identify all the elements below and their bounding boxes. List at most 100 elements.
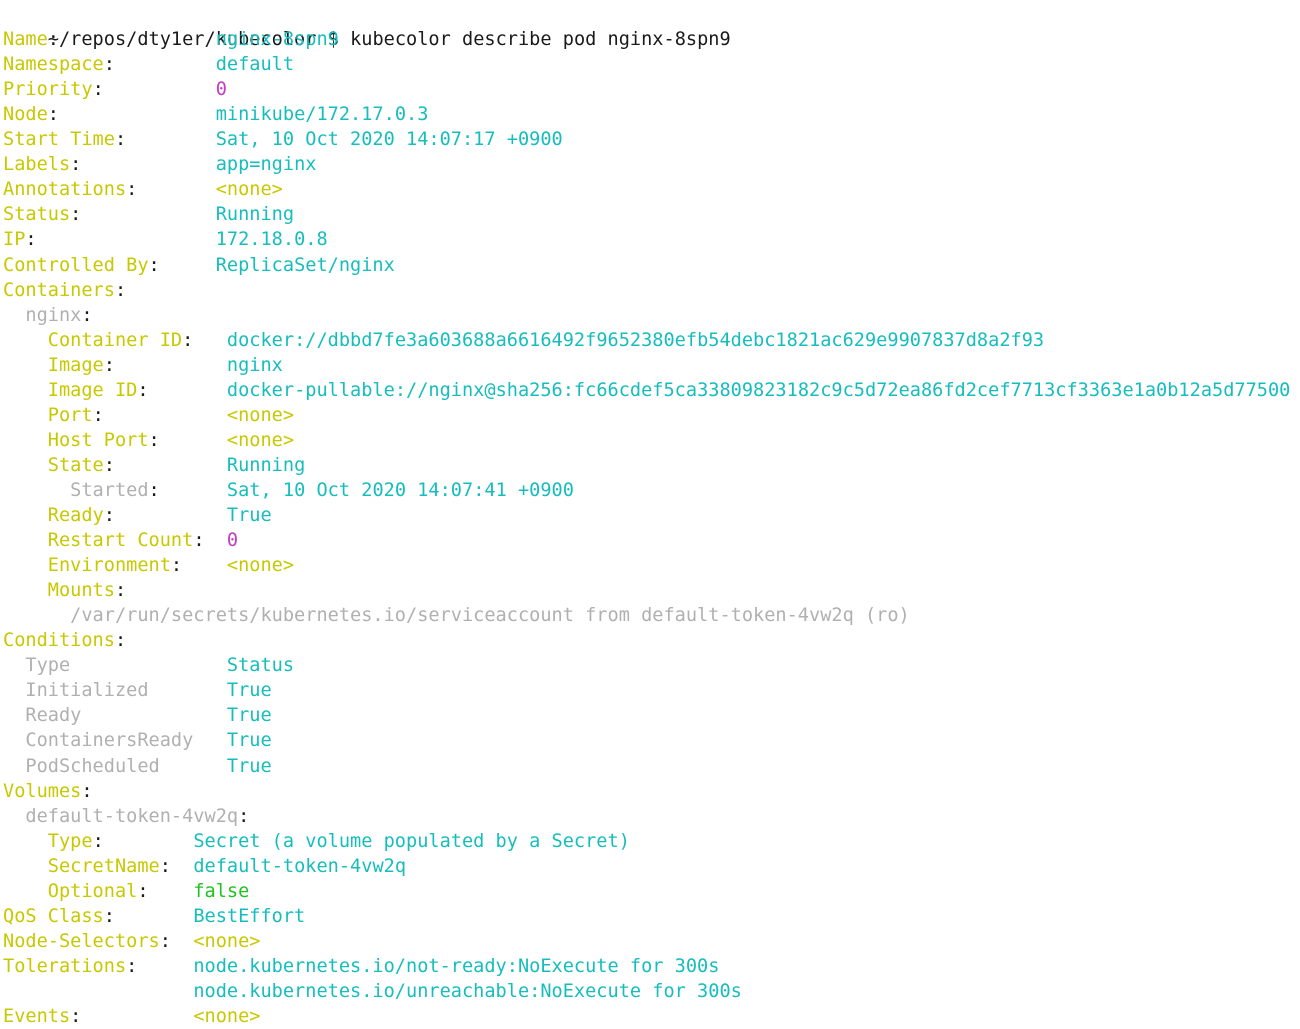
field-subkey: nginx bbox=[25, 304, 82, 326]
field-subkey: Initialized bbox=[25, 680, 149, 702]
field-value: Sat, 10 Oct 2020 14:07:41 +0900 bbox=[226, 479, 574, 501]
text-segment bbox=[3, 355, 48, 376]
text-segment: : bbox=[148, 254, 216, 276]
text-segment bbox=[149, 680, 227, 701]
text-segment bbox=[3, 806, 25, 827]
output-line: Started: Sat, 10 Oct 2020 14:07:41 +0900 bbox=[3, 478, 574, 503]
text-segment: : bbox=[148, 479, 227, 501]
output-line: Events: <none> bbox=[3, 1004, 260, 1029]
field-value: default bbox=[215, 54, 295, 76]
field-value: Sat, 10 Oct 2020 14:07:17 +0900 bbox=[215, 129, 563, 151]
output-line: node.kubernetes.io/unreachable:NoExecute… bbox=[3, 979, 742, 1004]
field-key: Restart Count bbox=[47, 530, 194, 552]
text-segment: : bbox=[159, 930, 194, 952]
field-subkey: PodScheduled bbox=[25, 755, 160, 777]
field-key: <none> bbox=[193, 930, 261, 952]
text-segment bbox=[3, 505, 48, 526]
text-segment: : bbox=[103, 54, 216, 76]
text-segment: : bbox=[159, 855, 194, 877]
field-value: docker-pullable://nginx@sha256:fc66cdef5… bbox=[226, 379, 1291, 401]
field-subkey: Started bbox=[70, 479, 149, 501]
text-segment: : bbox=[70, 1006, 194, 1027]
field-key: IP bbox=[3, 229, 26, 251]
output-line: Labels: app=nginx bbox=[3, 152, 316, 177]
text-segment bbox=[3, 680, 25, 701]
output-line: Container ID: docker://dbbd7fe3a603688a6… bbox=[3, 328, 1044, 353]
output-line: QoS Class: BestEffort bbox=[3, 904, 305, 929]
text-segment: : bbox=[103, 905, 194, 927]
field-key: Priority bbox=[3, 79, 93, 101]
output-line: PodScheduled True bbox=[3, 754, 272, 779]
text-segment: : bbox=[137, 880, 194, 902]
field-subkey: /var/run/secrets/kubernetes.io/serviceac… bbox=[70, 605, 910, 627]
output-line: Ready: True bbox=[3, 503, 272, 528]
text-segment bbox=[193, 730, 227, 751]
text-segment: : bbox=[47, 29, 216, 51]
field-key: Labels bbox=[3, 154, 71, 176]
text-segment bbox=[81, 705, 227, 726]
output-line: IP: 172.18.0.8 bbox=[3, 227, 328, 252]
text-segment bbox=[3, 555, 48, 576]
text-segment: : bbox=[126, 179, 216, 201]
output-line: State: Running bbox=[3, 453, 306, 478]
output-line: Optional: false bbox=[3, 879, 250, 904]
field-key: Ready bbox=[47, 505, 104, 526]
field-value: 172.18.0.8 bbox=[215, 229, 328, 251]
text-segment: : bbox=[114, 580, 127, 602]
field-value: ReplicaSet/nginx bbox=[215, 254, 395, 276]
field-subkey: default-token-4vw2q bbox=[25, 805, 239, 827]
field-key: Container ID bbox=[47, 329, 183, 351]
output-line: default-token-4vw2q: bbox=[3, 804, 249, 829]
field-value: Running bbox=[226, 454, 306, 476]
output-line: Image ID: docker-pullable://nginx@sha256… bbox=[3, 378, 1291, 403]
field-value: node.kubernetes.io/unreachable:NoExecute… bbox=[193, 980, 742, 1002]
field-key: Node bbox=[3, 104, 48, 126]
field-subkey: ContainersReady bbox=[25, 730, 194, 752]
terminal-window[interactable]: ~/repos/dty1er/kubecolor $ kubecolor des… bbox=[0, 0, 1300, 1029]
text-segment bbox=[3, 430, 48, 451]
output-line: ContainersReady True bbox=[3, 728, 271, 753]
output-line: Tolerations: node.kubernetes.io/not-read… bbox=[3, 954, 719, 979]
output-line: Ready True bbox=[3, 703, 271, 728]
text-segment: : bbox=[92, 79, 216, 101]
field-key: Start Time bbox=[3, 129, 115, 151]
text-segment: : bbox=[103, 454, 227, 476]
text-segment: : bbox=[182, 329, 227, 351]
output-line: Port: <none> bbox=[3, 403, 294, 428]
text-segment bbox=[3, 655, 25, 676]
output-line: Restart Count: 0 bbox=[3, 528, 238, 553]
field-key: Mounts bbox=[47, 580, 115, 602]
output-line: /var/run/secrets/kubernetes.io/serviceac… bbox=[3, 603, 910, 628]
output-line: Type: Secret (a volume populated by a Se… bbox=[3, 829, 630, 854]
field-value: nginx bbox=[226, 354, 283, 376]
output-line: Priority: 0 bbox=[3, 77, 227, 102]
output-line: nginx: bbox=[3, 303, 92, 328]
text-segment: : bbox=[238, 805, 250, 827]
text-segment: : bbox=[148, 429, 227, 451]
text-segment bbox=[3, 831, 48, 852]
field-key: Conditions bbox=[3, 630, 115, 652]
field-key: Namespace bbox=[3, 54, 104, 76]
text-segment: : bbox=[114, 630, 127, 652]
output-line: Volumes: bbox=[3, 779, 93, 804]
field-key: Image ID bbox=[47, 379, 138, 401]
text-segment bbox=[3, 756, 25, 777]
text-segment bbox=[3, 730, 25, 751]
field-key: <none> bbox=[226, 429, 295, 451]
text-segment bbox=[3, 605, 70, 626]
text-segment bbox=[3, 305, 25, 326]
field-key: Environment bbox=[47, 555, 171, 577]
field-key: Annotations bbox=[3, 179, 127, 201]
field-value: docker://dbbd7fe3a603688a6616492f9652380… bbox=[226, 329, 1045, 351]
field-key: Containers bbox=[3, 279, 115, 301]
text-segment bbox=[3, 881, 48, 902]
output-line: Controlled By: ReplicaSet/nginx bbox=[3, 253, 395, 278]
text-segment bbox=[3, 705, 25, 726]
field-key: SecretName bbox=[47, 855, 160, 877]
output-line: Environment: <none> bbox=[3, 553, 294, 578]
text-segment bbox=[3, 380, 48, 401]
field-value: false bbox=[193, 880, 250, 902]
prompt-command: kubecolor describe pod nginx-8spn9 bbox=[350, 29, 731, 50]
field-key: Tolerations bbox=[3, 955, 127, 977]
field-value: True bbox=[226, 755, 272, 777]
